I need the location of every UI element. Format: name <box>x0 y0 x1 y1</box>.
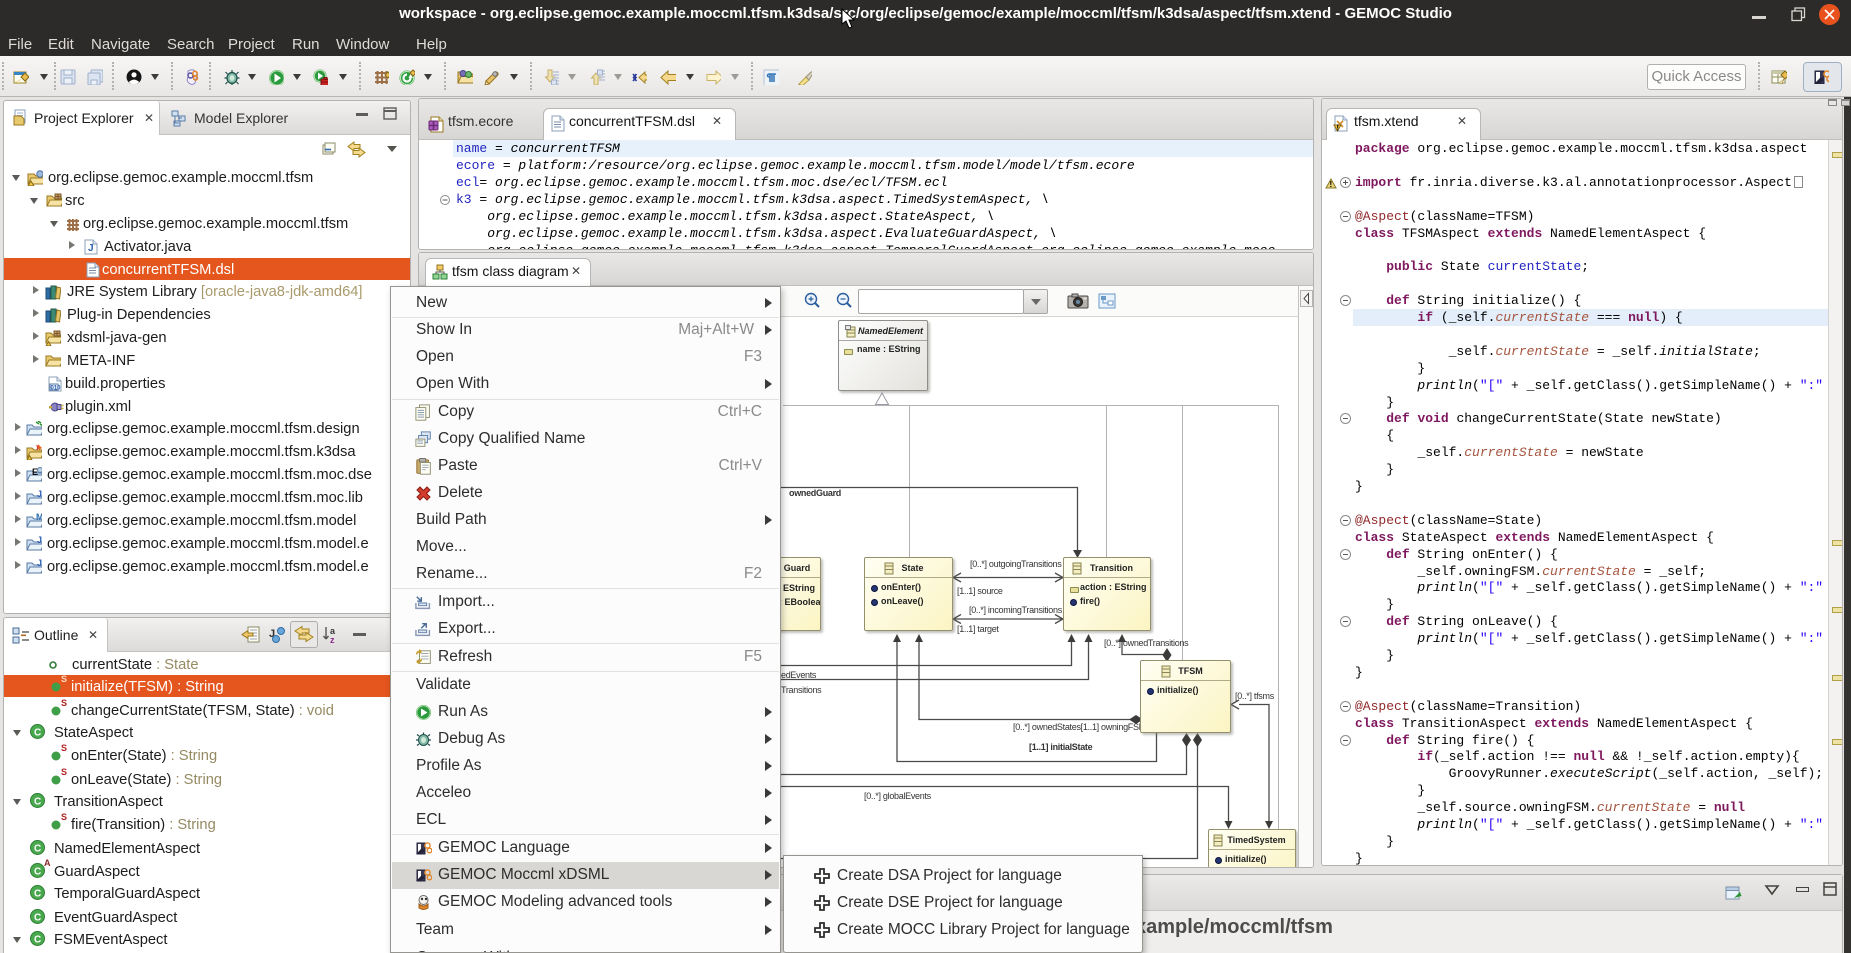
svg-text:J: J <box>88 243 94 254</box>
svg-text:C: C <box>34 797 41 808</box>
svg-text:J: J <box>37 490 42 499</box>
svg-text:J: J <box>37 536 42 545</box>
svg-text:C: C <box>34 728 41 739</box>
svg-text:C: C <box>34 844 41 855</box>
svg-text:!: ! <box>1336 124 1339 133</box>
svg-text:C: C <box>34 935 41 946</box>
svg-text:z: z <box>330 635 335 644</box>
svg-text:M: M <box>36 513 42 522</box>
svg-text:C: C <box>34 867 41 878</box>
svg-text:C: C <box>34 889 41 900</box>
svg-text:C: C <box>34 913 41 924</box>
svg-text:E: E <box>32 467 38 477</box>
svg-text:010: 010 <box>51 386 62 392</box>
svg-text:J: J <box>37 559 42 568</box>
svg-text:!: ! <box>1330 180 1333 189</box>
